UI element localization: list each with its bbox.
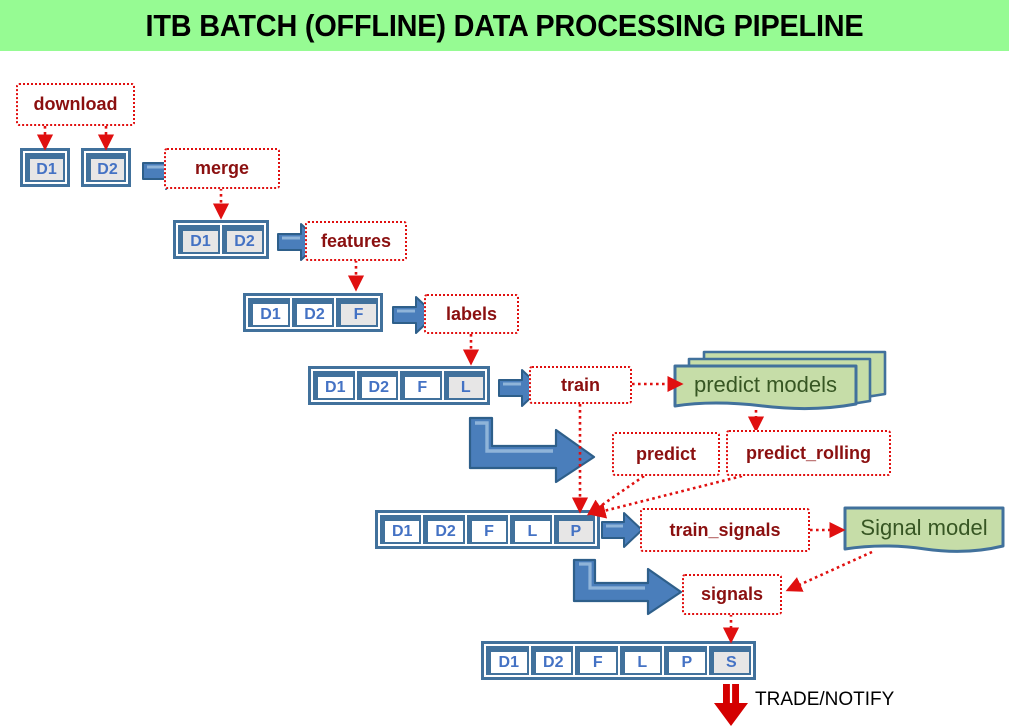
table-cell: L: [619, 646, 663, 675]
dataset-signaled[interactable]: D1 D2 F L P S: [481, 641, 756, 680]
process-signals[interactable]: signals: [682, 574, 782, 615]
cell-header-bar: [428, 517, 463, 521]
dataset-raw-d2[interactable]: D2: [81, 148, 131, 187]
pipeline-diagram: ITB BATCH (OFFLINE) DATA PROCESSING PIPE…: [0, 0, 1009, 727]
cell-header-bar: [558, 517, 594, 521]
signal-model-doc[interactable]: Signal model: [843, 506, 1006, 558]
trade-notify-arrow-icon: [714, 684, 748, 726]
table-cell: L: [510, 515, 552, 544]
table-cell: D1: [248, 298, 290, 327]
cell-header-bar: [515, 517, 550, 521]
process-train-signals[interactable]: train_signals: [640, 508, 810, 552]
table-cell: P: [664, 646, 707, 675]
cell-header-bar: [624, 648, 661, 652]
process-train[interactable]: train: [529, 366, 632, 404]
process-merge[interactable]: merge: [164, 148, 280, 189]
table-cell: D2: [530, 646, 574, 675]
dataset-predicted[interactable]: D1 D2 F L P: [375, 510, 600, 549]
table-cell: D1: [178, 225, 220, 254]
dataset-raw-d1[interactable]: D1: [20, 148, 70, 187]
cell-label: L: [637, 654, 648, 671]
cell-label: F: [417, 379, 428, 396]
cell-label: D2: [435, 523, 456, 540]
cell-header-bar: [580, 648, 616, 652]
cell-header-bar: [448, 373, 483, 377]
process-features[interactable]: features: [305, 221, 407, 261]
trade-notify-label: TRADE/NOTIFY: [755, 689, 895, 710]
elbow-arrow-predicted-to-signaled: [572, 558, 683, 616]
cell-label: P: [570, 523, 582, 540]
cell-header-bar: [405, 373, 440, 377]
cell-label: L: [460, 379, 471, 396]
table-cell: S: [708, 646, 752, 675]
cell-header-bar: [361, 373, 396, 377]
cell-header-bar: [318, 373, 353, 377]
cell-header-bar: [297, 300, 332, 304]
cell-label: D1: [36, 161, 57, 178]
cell-label: D2: [304, 306, 325, 323]
cell-label: D1: [391, 523, 413, 540]
cell-header-bar: [253, 300, 288, 304]
cell-label: F: [592, 654, 603, 671]
process-predict-rolling[interactable]: predict_rolling: [726, 430, 891, 476]
cell-label: D1: [325, 379, 346, 396]
table-cell: P: [553, 515, 596, 544]
table-cell: D1: [25, 153, 65, 182]
cell-label: D2: [368, 379, 389, 396]
cell-header-bar: [227, 227, 262, 231]
table-cell: D2: [356, 371, 398, 400]
block-arrow-predicted-to-train-signals: [601, 512, 643, 548]
table-cell: D2: [423, 515, 465, 544]
dataset-labeled[interactable]: D1 D2 F L: [308, 366, 490, 405]
table-cell: F: [400, 371, 442, 400]
table-cell: D2: [292, 298, 334, 327]
cell-label: D2: [543, 654, 564, 671]
signal-model-label: Signal model: [860, 515, 988, 540]
cell-header-bar: [535, 648, 572, 652]
process-download[interactable]: download: [16, 83, 135, 126]
table-cell: F: [336, 298, 378, 327]
dataset-merged[interactable]: D1 D2: [173, 220, 269, 259]
cell-header-bar: [669, 648, 705, 652]
dataset-featured[interactable]: D1 D2 F: [243, 293, 383, 332]
cell-label: P: [681, 654, 693, 671]
cell-label: D2: [97, 161, 118, 178]
table-cell: D2: [222, 225, 264, 254]
predict-models-stack[interactable]: predict models: [672, 350, 887, 412]
cell-header-bar: [91, 155, 124, 159]
predict-models-label: predict models: [693, 372, 838, 397]
page-title: ITB BATCH (OFFLINE) DATA PROCESSING PIPE…: [145, 7, 864, 43]
process-labels[interactable]: labels: [424, 294, 519, 334]
cell-header-bar: [471, 517, 507, 521]
table-cell: L: [443, 371, 485, 400]
cell-header-bar: [713, 648, 750, 652]
cell-label: D2: [234, 233, 255, 250]
cell-label: L: [527, 523, 538, 540]
cell-label: D1: [260, 306, 281, 323]
table-cell: D1: [380, 515, 422, 544]
cell-label: F: [484, 523, 494, 540]
table-cell: D2: [86, 153, 126, 182]
table-cell: F: [575, 646, 618, 675]
table-cell: D1: [486, 646, 529, 675]
process-predict[interactable]: predict: [612, 432, 720, 476]
cell-label: D1: [498, 654, 519, 671]
cell-header-bar: [183, 227, 218, 231]
cell-header-bar: [385, 517, 420, 521]
cell-label: F: [353, 306, 364, 323]
cell-header-bar: [30, 155, 63, 159]
cell-header-bar: [341, 300, 376, 304]
table-cell: F: [466, 515, 509, 544]
elbow-arrow-labeled-to-predicted: [468, 416, 596, 484]
cell-label: D1: [190, 233, 211, 250]
table-cell: D1: [313, 371, 355, 400]
cell-label: S: [725, 654, 737, 671]
cell-header-bar: [491, 648, 527, 652]
